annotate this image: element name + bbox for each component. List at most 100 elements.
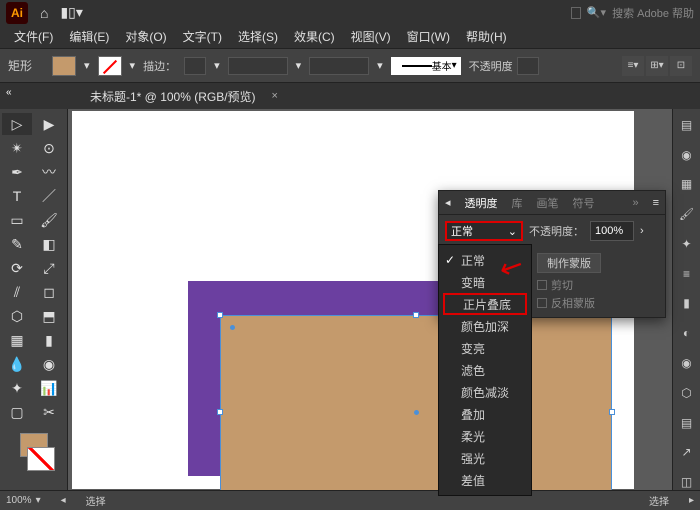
shape-builder-tool[interactable]: ⬡ <box>2 305 32 327</box>
eraser-tool[interactable]: ◧ <box>34 233 64 255</box>
tab-brushes[interactable]: 画笔 <box>537 195 559 211</box>
tab-symbols[interactable]: 符号 <box>573 195 595 211</box>
fill-dropdown-icon[interactable]: ▾ <box>84 59 90 72</box>
rectangle-tool[interactable]: ▭ <box>2 209 32 231</box>
blend-difference[interactable]: 差值 <box>439 469 531 491</box>
selection-handle[interactable] <box>217 409 223 415</box>
menu-window[interactable]: 窗口(W) <box>401 26 456 47</box>
stroke-style-dropdown[interactable]: 基本 ▾ <box>391 57 461 75</box>
stroke-swatch[interactable] <box>98 56 122 76</box>
workspace-icon[interactable]: ▮▯▾ <box>60 4 82 21</box>
opacity-input[interactable] <box>517 57 539 75</box>
magic-wand-tool[interactable]: ✴ <box>2 137 32 159</box>
asset-export-icon[interactable]: ↗ <box>678 444 696 460</box>
pen-tool[interactable]: ✒ <box>2 161 32 183</box>
blend-darken[interactable]: 变暗 <box>439 271 531 293</box>
stroke-profile-dropdown[interactable] <box>228 57 288 75</box>
curvature-tool[interactable]: 〰 <box>34 161 64 183</box>
chevron-down-icon[interactable]: ▾ <box>36 495 41 506</box>
grip-icon[interactable]: ◂ <box>445 196 451 209</box>
opacity-field[interactable]: 100% <box>590 221 634 241</box>
corner-widget[interactable] <box>230 325 235 330</box>
brush-dropdown[interactable] <box>309 57 369 75</box>
zoom-value[interactable]: 100% <box>6 495 32 506</box>
nav-prev-icon[interactable]: ◂ <box>61 495 66 506</box>
clip-checkbox[interactable] <box>537 280 547 290</box>
stroke-dropdown-icon[interactable]: ▾ <box>130 59 136 72</box>
appearance-icon[interactable]: ◉ <box>678 355 696 371</box>
nav-next-icon[interactable]: ▸ <box>689 495 694 506</box>
home-icon[interactable]: ⌂ <box>40 5 48 21</box>
rotate-tool[interactable]: ⟳ <box>2 257 32 279</box>
blend-color-burn[interactable]: 颜色加深 <box>439 315 531 337</box>
collapse-icon[interactable]: « <box>6 87 12 98</box>
eyedropper-tool[interactable]: 💧 <box>2 353 32 375</box>
style-icon[interactable]: ≡▾ <box>622 56 644 76</box>
transform-icon[interactable]: ⊡ <box>670 56 692 76</box>
transparency-icon[interactable]: ◐ <box>678 325 696 341</box>
menu-view[interactable]: 视图(V) <box>345 26 397 47</box>
symbols-icon[interactable]: ✦ <box>678 236 696 252</box>
menu-edit[interactable]: 编辑(E) <box>63 26 115 47</box>
width-tool[interactable]: ⫽ <box>2 281 32 303</box>
close-tab-icon[interactable]: × <box>272 90 278 102</box>
graphic-styles-icon[interactable]: ⬡ <box>678 385 696 401</box>
graph-tool[interactable]: 📊 <box>34 377 64 399</box>
blend-overlay[interactable]: 叠加 <box>439 403 531 425</box>
align-icon[interactable]: ⊞▾ <box>646 56 668 76</box>
tan-rectangle-selected[interactable] <box>220 315 612 490</box>
selection-tool[interactable]: ▷ <box>2 113 32 135</box>
make-mask-button[interactable]: 制作蒙版 <box>537 253 601 273</box>
gradient-tool[interactable]: ▮ <box>34 329 64 351</box>
blend-hard-light[interactable]: 强光 <box>439 447 531 469</box>
blend-tool[interactable]: ◉ <box>34 353 64 375</box>
search-icon[interactable]: 🔍▾ <box>587 6 606 19</box>
blend-screen[interactable]: 滤色 <box>439 359 531 381</box>
slice-tool[interactable]: ✂ <box>34 401 64 423</box>
lasso-tool[interactable]: ⊙ <box>34 137 64 159</box>
blend-color-dodge[interactable]: 颜色减淡 <box>439 381 531 403</box>
color-icon[interactable]: ◉ <box>678 147 696 163</box>
blend-normal[interactable]: 正常 <box>439 249 531 271</box>
blend-soft-light[interactable]: 柔光 <box>439 425 531 447</box>
selection-handle[interactable] <box>609 409 615 415</box>
selection-handle[interactable] <box>217 312 223 318</box>
free-transform-tool[interactable]: ◻ <box>34 281 64 303</box>
chevron-down-icon[interactable]: ▾ <box>214 59 220 72</box>
properties-icon[interactable]: ▤ <box>678 117 696 133</box>
perspective-tool[interactable]: ⬒ <box>34 305 64 327</box>
blend-multiply[interactable]: 正片叠底 <box>443 293 527 315</box>
menu-effect[interactable]: 效果(C) <box>288 26 341 47</box>
search-placeholder[interactable]: 搜索 Adobe 帮助 <box>612 5 694 21</box>
blend-lighten[interactable]: 变亮 <box>439 337 531 359</box>
document-tab[interactable]: 未标题-1* @ 100% (RGB/预览) <box>80 88 266 105</box>
swatches-icon[interactable]: ▦ <box>678 177 696 193</box>
direct-selection-tool[interactable]: ▶ <box>34 113 64 135</box>
selection-handle[interactable] <box>413 312 419 318</box>
invert-checkbox[interactable] <box>537 298 547 308</box>
chevron-down-icon[interactable]: ▾ <box>377 59 383 72</box>
type-tool[interactable]: T <box>2 185 32 207</box>
layers-icon[interactable]: ▤ <box>678 415 696 431</box>
brushes-icon[interactable]: 🖌 <box>678 206 696 222</box>
menu-object[interactable]: 对象(O) <box>119 26 172 47</box>
menu-select[interactable]: 选择(S) <box>232 26 284 47</box>
stroke-weight-input[interactable] <box>184 57 206 75</box>
menu-type[interactable]: 文字(T) <box>177 26 228 47</box>
gradient-icon[interactable]: ▮ <box>678 296 696 312</box>
paintbrush-tool[interactable]: 🖌 <box>34 209 64 231</box>
panel-more-icon[interactable]: » <box>632 197 638 209</box>
stroke-color-box[interactable] <box>27 447 55 471</box>
mesh-tool[interactable]: ▦ <box>2 329 32 351</box>
center-point[interactable] <box>414 410 419 415</box>
menu-help[interactable]: 帮助(H) <box>460 26 513 47</box>
symbol-sprayer-tool[interactable]: ✦ <box>2 377 32 399</box>
shaper-tool[interactable]: ✎ <box>2 233 32 255</box>
scale-tool[interactable]: ⤢ <box>34 257 64 279</box>
panel-menu-icon[interactable]: ≡ <box>653 197 659 209</box>
fill-swatch[interactable] <box>52 56 76 76</box>
libraries-icon[interactable]: ◫ <box>678 474 696 490</box>
tab-library[interactable]: 库 <box>512 195 523 211</box>
share-icon[interactable] <box>571 7 581 19</box>
menu-file[interactable]: 文件(F) <box>8 26 59 47</box>
